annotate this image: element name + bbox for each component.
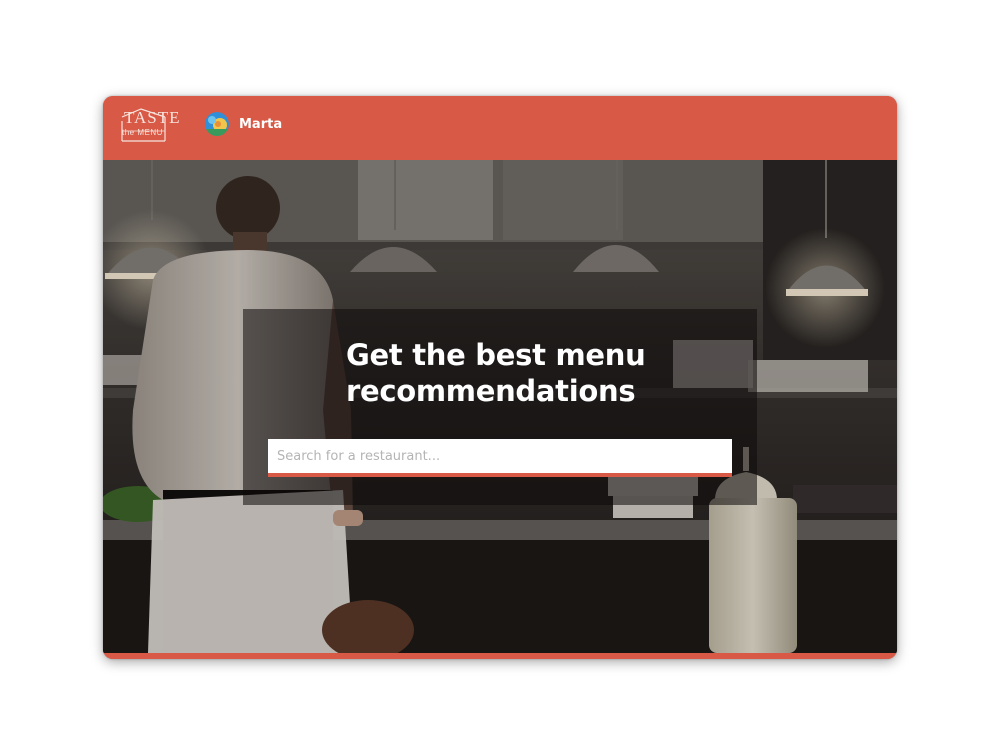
user-name[interactable]: Marta	[239, 117, 282, 132]
hero-search-panel: Get the best menu recommendations	[243, 309, 757, 505]
logo-subtitle: the MENU	[122, 128, 163, 137]
logo-title: TASTE	[124, 108, 181, 127]
hero-headline: Get the best menu recommendations	[346, 338, 646, 408]
hero-section: Get the best menu recommendations	[103, 160, 897, 653]
restaurant-search-box[interactable]	[268, 439, 732, 477]
bottom-accent-bar	[103, 653, 897, 659]
top-navigation-bar: TASTE the MENU Marta	[103, 96, 897, 160]
restaurant-search-input[interactable]	[268, 439, 732, 473]
user-profile[interactable]: Marta	[205, 111, 282, 137]
user-avatar-icon[interactable]	[205, 112, 229, 136]
taste-the-menu-logo[interactable]: TASTE the MENU	[119, 107, 180, 143]
app-window: TASTE the MENU Marta Get the best menu r…	[103, 96, 897, 659]
